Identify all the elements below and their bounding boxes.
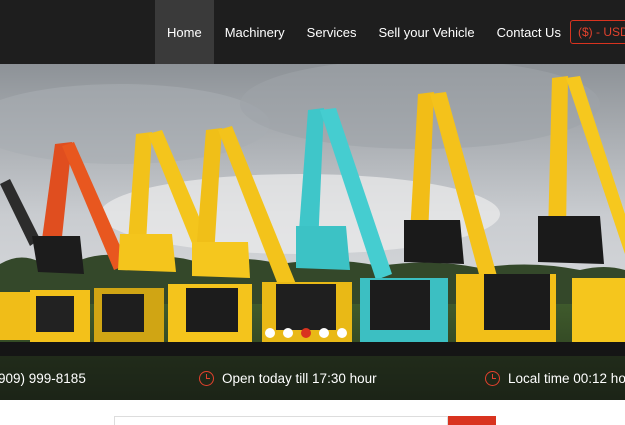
currency-selector[interactable]: ($) - USD xyxy=(570,20,625,44)
local-time-text: Local time 00:12 ho xyxy=(508,370,625,386)
info-bar: 909) 999-8185 Open today till 17:30 hour… xyxy=(0,356,625,400)
nav-item-services[interactable]: Services xyxy=(296,0,368,64)
hero-excavators-image xyxy=(0,64,625,400)
nav-item-sell-your-vehicle[interactable]: Sell your Vehicle xyxy=(368,0,486,64)
slider-pagination xyxy=(265,328,347,338)
nav-item-contact-us[interactable]: Contact Us xyxy=(486,0,572,64)
phone-number[interactable]: 909) 999-8185 xyxy=(0,371,86,386)
slider-dot-2[interactable] xyxy=(283,328,293,338)
nav-item-home[interactable]: Home xyxy=(155,0,214,64)
nav-item-machinery[interactable]: Machinery xyxy=(214,0,296,64)
slider-dot-5[interactable] xyxy=(337,328,347,338)
search-section xyxy=(0,400,625,425)
opening-hours-text: Open today till 17:30 hour xyxy=(222,370,377,386)
slider-dot-4[interactable] xyxy=(319,328,329,338)
search-button[interactable] xyxy=(448,416,496,425)
clock-icon xyxy=(485,370,500,386)
local-time-info: Local time 00:12 ho xyxy=(485,356,625,400)
slider-dot-1[interactable] xyxy=(265,328,275,338)
page: Home Machinery Services Sell your Vehicl… xyxy=(0,0,625,425)
slider-dot-3[interactable] xyxy=(301,328,311,338)
opening-hours-info: Open today till 17:30 hour xyxy=(199,356,377,400)
top-navigation-bar: Home Machinery Services Sell your Vehicl… xyxy=(0,0,625,64)
clock-icon xyxy=(199,370,214,386)
hero-slider: 909) 999-8185 Open today till 17:30 hour… xyxy=(0,64,625,400)
search-input[interactable] xyxy=(114,416,448,425)
main-menu: Home Machinery Services Sell your Vehicl… xyxy=(155,0,572,64)
phone-info: 909) 999-8185 xyxy=(0,356,86,400)
